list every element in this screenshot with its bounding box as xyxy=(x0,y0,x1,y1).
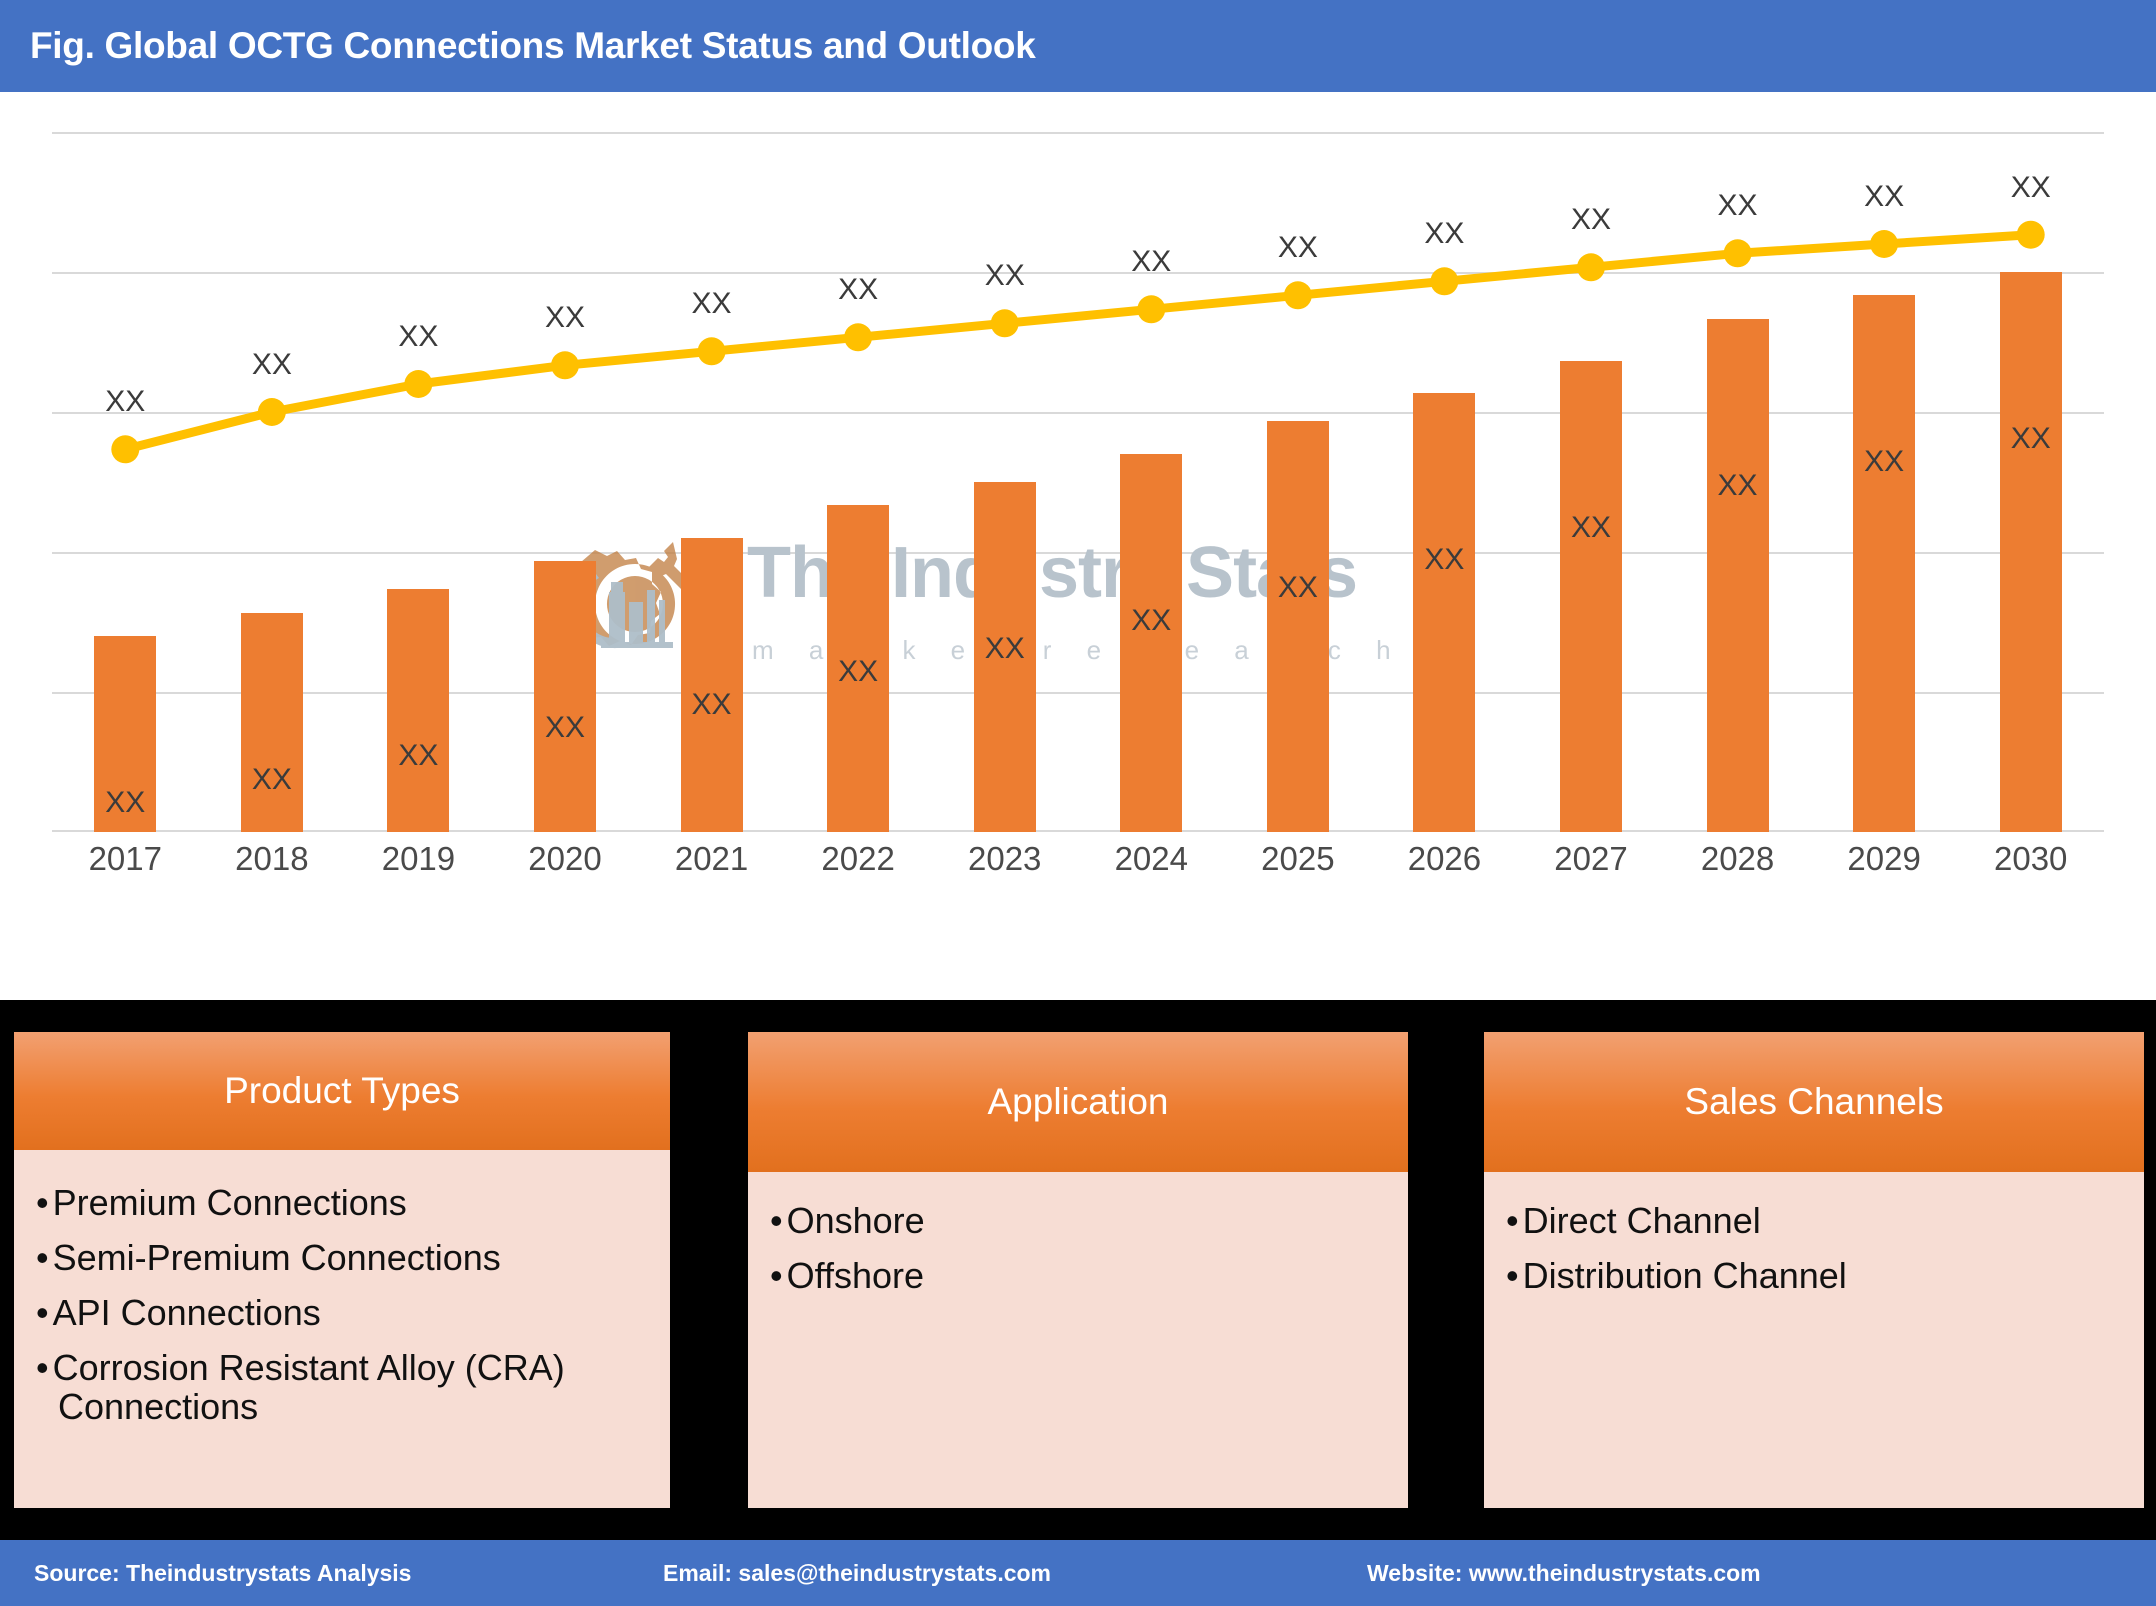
bar-value-label: XX xyxy=(251,762,292,796)
x-axis-tick: 2019 xyxy=(381,840,456,877)
bar-value-label: XX xyxy=(691,688,732,721)
bar-value-label: XX xyxy=(544,711,585,745)
card-list-sales-channels: Direct Channel Distribution Channel xyxy=(1506,1201,2122,1296)
list-item: Premium Connections xyxy=(36,1183,648,1223)
footer-source: Source: Theindustrystats Analysis xyxy=(34,1559,412,1586)
bar-value-label: XX xyxy=(1424,543,1465,577)
plot-area: The Industry Stats m a r k e t r e s e a… xyxy=(52,132,2104,832)
chart-panel: The Industry Stats m a r k e t r e s e a… xyxy=(0,92,2156,1041)
bar-value-label: XX xyxy=(1131,604,1172,637)
x-axis-tick: 2018 xyxy=(235,840,309,877)
bar-slot: XX xyxy=(931,132,1078,832)
x-axis-tick: 2028 xyxy=(1700,840,1775,877)
bar-value-label: XX xyxy=(1717,468,1758,502)
x-axis-tick: 2017 xyxy=(88,840,162,877)
x-axis-tick: 2021 xyxy=(674,840,749,877)
bar[interactable] xyxy=(1853,295,1916,832)
bar[interactable] xyxy=(1706,318,1769,832)
bar[interactable] xyxy=(533,561,596,832)
card-sales-channels: Sales Channels Direct Channel Distributi… xyxy=(1484,1032,2144,1508)
x-axis-tick: 2027 xyxy=(1554,840,1628,877)
x-axis-tick: 2023 xyxy=(967,840,1042,877)
bar[interactable] xyxy=(1559,360,1622,832)
segment-cards: Product Types Premium Connections Semi-P… xyxy=(0,1000,2156,1540)
page-title: Fig. Global OCTG Connections Market Stat… xyxy=(30,25,1036,66)
card-product-types: Product Types Premium Connections Semi-P… xyxy=(14,1032,670,1508)
bar-slot: XX xyxy=(1957,132,2104,832)
bar-value-label: XX xyxy=(105,786,146,819)
card-title-sales-channels: Sales Channels xyxy=(1684,1081,1944,1122)
bar[interactable] xyxy=(1999,272,2062,832)
bar-value-label: XX xyxy=(398,739,439,773)
bar-value-label: XX xyxy=(1277,571,1318,605)
footer-website: Website: www.theindustrystats.com xyxy=(1367,1559,1761,1586)
list-item: Semi-Premium Connections xyxy=(36,1238,648,1278)
list-item: Distribution Channel xyxy=(1506,1256,2122,1296)
list-item: Onshore xyxy=(770,1201,1386,1241)
x-axis-tick: 2030 xyxy=(1993,840,2068,877)
x-axis-tick: 2029 xyxy=(1847,840,1921,877)
list-item: API Connections xyxy=(36,1293,648,1333)
infographic-page: Fig. Global OCTG Connections Market Stat… xyxy=(0,0,2156,1606)
bar[interactable] xyxy=(1120,454,1183,832)
x-axis: 2017 2018 2019 2020 2021 2022 2023 2024 2025 2026… xyxy=(52,840,2104,894)
bar-slot: XX xyxy=(1371,132,1518,832)
bar[interactable] xyxy=(387,589,450,832)
x-axis-tick: 2020 xyxy=(528,840,602,877)
card-title-product-types: Product Types xyxy=(224,1070,460,1111)
list-item: Direct Channel xyxy=(1506,1201,2122,1241)
bar-value-label: XX xyxy=(984,632,1025,665)
bar-value-label: XX xyxy=(838,655,879,689)
card-body-sales-channels: Direct Channel Distribution Channel xyxy=(1484,1172,2144,1508)
card-list-application: Onshore Offshore xyxy=(770,1201,1386,1296)
bar-slot: XX xyxy=(492,132,639,832)
card-header-sales-channels: Sales Channels xyxy=(1484,1032,2144,1172)
bar-slot: XX xyxy=(52,132,199,832)
bar-value-label: XX xyxy=(1570,510,1611,544)
bar-slot: XX xyxy=(1518,132,1665,832)
card-application: Application Onshore Offshore xyxy=(748,1032,1408,1508)
bar-slot: XX xyxy=(785,132,932,832)
x-axis-tick: 2025 xyxy=(1261,840,1335,877)
bar[interactable] xyxy=(1266,421,1329,832)
card-header-application: Application xyxy=(748,1032,1408,1172)
x-axis-tick: 2026 xyxy=(1407,840,1482,877)
card-body-application: Onshore Offshore xyxy=(748,1172,1408,1508)
x-axis-tick: 2024 xyxy=(1114,840,1188,877)
bar-slot: XX xyxy=(1811,132,1958,832)
bar-slot: XX xyxy=(199,132,346,832)
bar[interactable] xyxy=(240,612,303,832)
x-axis-tick: 2022 xyxy=(821,840,895,877)
list-item: Offshore xyxy=(770,1256,1386,1296)
bar-slot: XX xyxy=(1225,132,1372,832)
card-title-application: Application xyxy=(987,1081,1169,1122)
card-header-product-types: Product Types xyxy=(14,1032,670,1150)
bar[interactable] xyxy=(680,538,743,832)
bar-slot: XX xyxy=(638,132,785,832)
footer-bar: Source: Theindustrystats Analysis Email:… xyxy=(0,1540,2156,1606)
bar-slot: XX xyxy=(1078,132,1225,832)
bar-slot: XX xyxy=(345,132,492,832)
bar[interactable] xyxy=(1413,393,1476,832)
bar-value-label: XX xyxy=(2010,422,2051,455)
bar-slot: XX xyxy=(1664,132,1811,832)
list-item: Corrosion Resistant Alloy (CRA) Connecti… xyxy=(36,1348,648,1427)
bar-value-label: XX xyxy=(1864,445,1905,479)
card-list-product-types: Premium Connections Semi-Premium Connect… xyxy=(36,1183,648,1427)
card-body-product-types: Premium Connections Semi-Premium Connect… xyxy=(14,1150,670,1508)
bar-series: XX XX XX XX XX XX XX XX XX XX XX XX XX XX xyxy=(52,132,2104,832)
title-bar: Fig. Global OCTG Connections Market Stat… xyxy=(0,0,2156,92)
footer-email: Email: sales@theindustrystats.com xyxy=(663,1559,1052,1586)
